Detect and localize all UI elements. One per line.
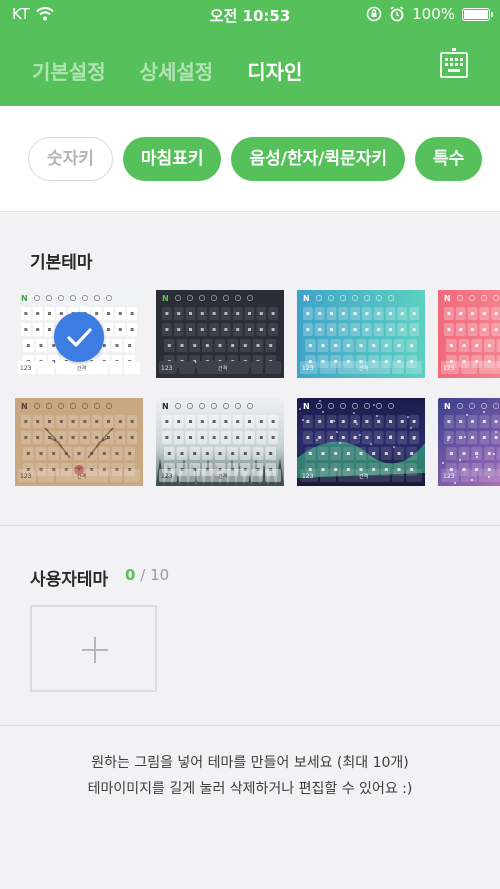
plus-icon [82,637,108,663]
svg-text:123: 123 [302,365,314,372]
svg-text:N: N [21,402,28,411]
tab-design[interactable]: 디자인 [247,56,302,85]
svg-text:N: N [162,294,169,303]
svg-text:간격: 간격 [359,473,368,480]
help-line-1: 원하는 그림을 넣어 테마를 만들어 보세요 (최대 10개) [91,755,409,771]
svg-text:123: 123 [20,473,32,480]
svg-text:123: 123 [443,365,455,372]
keyboard-icon[interactable] [440,48,468,78]
svg-text:간격: 간격 [218,473,227,480]
user-theme-count: 0 / 10 [125,566,169,584]
section-divider-bottom [0,725,500,726]
section-divider [0,525,500,526]
user-theme-count-max: 10 [150,566,170,584]
key-option-chips: 숫자키 마침표키 음성/한자/퀵문자키 특수 [0,106,500,212]
svg-text:N: N [303,294,310,303]
svg-text:123: 123 [20,365,32,372]
svg-text:123: 123 [161,365,173,372]
svg-text:123: 123 [443,473,455,480]
chip-number-key[interactable]: 숫자키 [28,137,113,181]
chip-period-key[interactable]: 마침표키 [122,137,222,181]
add-user-theme-button[interactable] [30,605,157,692]
basic-theme-title: 기본테마 [30,253,93,273]
svg-text:N: N [21,294,28,303]
svg-text:N: N [303,402,310,411]
help-line-2: 테마이미지를 길게 눌러 삭제하거나 편집할 수 있어요 :) [87,781,413,797]
svg-text:N: N [444,294,451,303]
check-icon [54,312,104,362]
status-bar: KT 오전 10:53 100% [0,0,500,30]
user-theme-count-current: 0 [125,566,136,584]
theme-thumb-snowy-forest[interactable]: N 123 간격 [156,398,284,486]
theme-thumb-dark[interactable]: N 123 간격 [156,290,284,378]
top-tab-bar: 기본설정 상세설정 디자인 [32,56,302,85]
rotation-lock-icon [366,6,382,22]
user-theme-title: 사용자테마 [30,570,109,590]
chip-special-key[interactable]: 특수 [415,137,483,181]
app-header: KT 오전 10:53 100% 기본설정 상세설정 디자인 [0,0,500,106]
svg-text:123: 123 [302,473,314,480]
theme-thumb-aurora[interactable]: N 123 간격 [297,398,425,486]
svg-text:간격: 간격 [359,365,368,372]
tab-basic-settings[interactable]: 기본설정 [32,56,106,85]
user-theme-help-text: 원하는 그림을 넣어 테마를 만들어 보세요 (최대 10개) 테마이미지를 길… [0,750,500,802]
svg-text:간격: 간격 [77,365,86,372]
theme-thumb-reindeer[interactable]: N 123 간격 [15,398,143,486]
svg-text:간격: 간격 [77,473,86,480]
theme-thumb-galaxy[interactable]: N123간격 [438,398,500,486]
theme-thumb-pink[interactable]: N123간격 [438,290,500,378]
svg-text:간격: 간격 [218,365,227,372]
user-theme-count-separator: / [140,566,146,584]
alarm-icon [390,6,404,22]
theme-thumb-teal[interactable]: N 123 간격 [297,290,425,378]
svg-text:N: N [444,402,451,411]
tab-detail-settings[interactable]: 상세설정 [140,56,214,85]
svg-text:N: N [162,402,169,411]
chip-voice-hanja-quick-key[interactable]: 음성/한자/퀵문자키 [231,137,406,181]
battery-percent: 100% [412,5,455,23]
battery-icon [462,7,493,21]
svg-text:123: 123 [161,473,173,480]
